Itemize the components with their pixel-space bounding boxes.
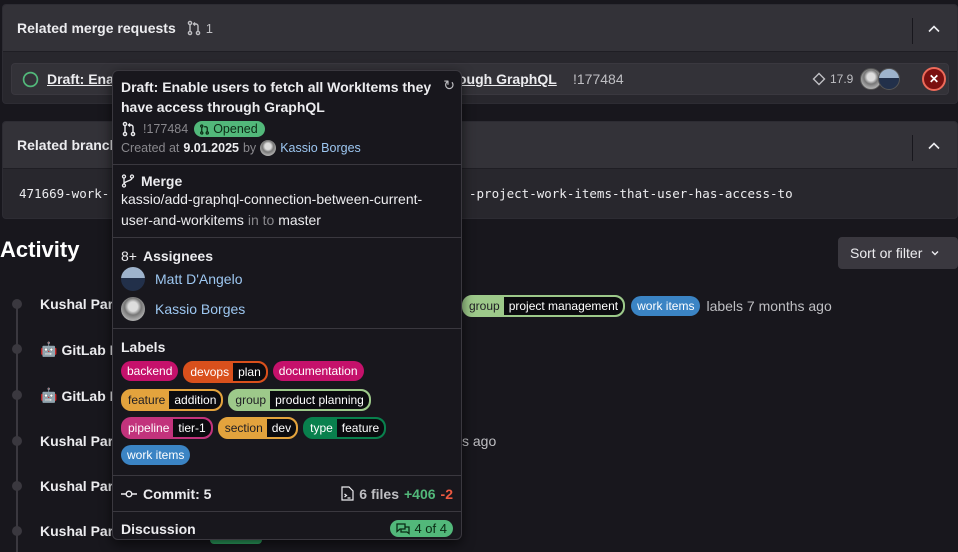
activity-text: labels 7 months ago	[706, 298, 832, 314]
deletions: -2	[440, 485, 453, 502]
activity-author[interactable]: 🤖 GitLab B	[40, 387, 120, 404]
activity-author[interactable]: 🤖 GitLab B	[40, 341, 120, 358]
timeline-dot	[12, 344, 22, 354]
timeline-dot	[12, 481, 22, 491]
label-work-items[interactable]: work items	[631, 296, 701, 316]
milestone-value: 17.9	[830, 72, 854, 86]
avatar	[121, 297, 145, 321]
label-work-items[interactable]: work items	[121, 445, 191, 465]
assignee-avatars	[860, 68, 900, 90]
branch-name[interactable]: 471669-work-	[19, 186, 109, 201]
assignee-item[interactable]: Matt D'Angelo	[121, 264, 453, 294]
label-documentation[interactable]: documentation	[272, 361, 364, 381]
created-info: Created at 9.01.2025 by Kassio Borges	[121, 140, 361, 156]
merge-request-icon	[200, 123, 210, 135]
sort-or-filter-button[interactable]: Sort or filter	[838, 237, 958, 269]
collapse-branches-button[interactable]	[919, 132, 949, 160]
label-group-project-management[interactable]: group project management	[462, 295, 626, 317]
created-date: 9.01.2025	[183, 141, 239, 155]
popover-reference: !177484	[143, 122, 189, 136]
assignees-section: 8+ Assignees Matt D'Angelo Kassio Borges	[113, 238, 461, 329]
merge-heading: Merge	[121, 173, 453, 189]
timeline-dot	[12, 390, 22, 400]
additions: +406	[404, 485, 436, 502]
merge-request-icon	[122, 121, 136, 137]
commits-section: Commit: 5 6 files +406 -2	[113, 476, 461, 512]
status-badge-partial	[210, 540, 262, 544]
commits-heading: Commit: 5	[121, 486, 211, 502]
merge-section: Merge kassio/add-graphql-connection-betw…	[113, 165, 461, 238]
add-user-icon: 8+	[121, 248, 137, 264]
label-section-dev[interactable]: section dev	[217, 417, 299, 439]
activity-author[interactable]: Kushal Par	[40, 523, 113, 539]
chevron-up-icon	[928, 142, 940, 150]
comments-icon	[396, 522, 411, 535]
timeline-line	[16, 300, 18, 552]
avatar	[260, 140, 277, 156]
activity-author[interactable]: Kushal Par	[40, 296, 113, 312]
popover-meta: !177484 Opened	[121, 121, 453, 137]
merge-request-count-value: 1	[205, 20, 213, 36]
milestone-icon	[812, 72, 826, 86]
merge-request-popover: Draft: Enable users to fetch all WorkIte…	[112, 70, 462, 540]
discussion-resolved-badge: 4 of 4	[390, 520, 453, 537]
avatar[interactable]	[878, 68, 900, 90]
commit-icon	[121, 490, 137, 497]
merge-request-reference: !177484	[573, 71, 624, 87]
activity-author[interactable]: Kushal Par	[40, 433, 113, 449]
avatar	[121, 267, 145, 291]
labels-section: Labels backend devops plan documentation fea…	[113, 329, 461, 476]
merge-request-icon	[187, 20, 201, 36]
label-backend[interactable]: backend	[121, 361, 179, 381]
chevron-down-icon	[931, 251, 939, 256]
bot-icon: 🤖	[40, 341, 58, 357]
branch-name-tail[interactable]: -project-work-items-that-user-has-access…	[469, 186, 793, 201]
activity-author[interactable]: Kushal Par	[40, 478, 113, 494]
merge-request-title-link-tail[interactable]: ough GraphQL	[458, 71, 557, 87]
label-type-feature[interactable]: type feature	[303, 417, 387, 439]
timeline-dot	[12, 436, 22, 446]
discussion-section: Discussion 4 of 4	[113, 512, 461, 539]
bot-icon: 🤖	[40, 387, 58, 403]
discussion-heading: Discussion	[121, 520, 196, 537]
refresh-icon[interactable]: ↻	[443, 77, 455, 94]
activity-timestamp: s ago	[462, 433, 497, 449]
labels-list: backend devops plan documentation feature add…	[121, 361, 421, 465]
file-icon	[341, 486, 354, 501]
branch-icon	[121, 174, 135, 188]
label-group-product-planning[interactable]: group product planning	[228, 389, 371, 411]
assignees-heading: 8+ Assignees	[121, 248, 214, 264]
header-divider	[912, 18, 913, 44]
header-divider	[912, 135, 913, 161]
label-devops-plan[interactable]: devops plan	[183, 361, 268, 383]
diff-stats: 6 files +406 -2	[341, 486, 453, 502]
collapse-merge-requests-button[interactable]	[919, 15, 949, 43]
related-branches-title: Related branch	[17, 137, 119, 153]
related-merge-requests-title: Related merge requests	[17, 20, 176, 36]
related-merge-requests-header: Related merge requests 1	[3, 5, 957, 52]
timeline-dot	[12, 299, 22, 309]
activity-labels-change: group project management work items label…	[462, 295, 832, 317]
assignee-item[interactable]: Kassio Borges	[121, 294, 453, 324]
status-open-icon	[22, 71, 39, 87]
label-feature-addition[interactable]: feature addition	[121, 389, 224, 411]
merge-branches: kassio/add-graphql-connection-between-cu…	[121, 191, 423, 228]
merge-request-count: 1	[186, 20, 213, 36]
pipeline-failed-icon[interactable]: ✕	[922, 67, 946, 91]
sort-or-filter-label: Sort or filter	[850, 245, 923, 261]
chevron-up-icon	[928, 25, 940, 33]
labels-heading: Labels	[121, 339, 166, 355]
files-changed: 6 files	[359, 485, 399, 502]
timeline-dot	[12, 526, 22, 536]
label-pipeline-tier-1[interactable]: pipeline tier-1	[121, 417, 213, 439]
popover-title: Draft: Enable users to fetch all WorkIte…	[121, 79, 432, 115]
activity-heading: Activity	[0, 237, 80, 262]
popover-header: Draft: Enable users to fetch all WorkIte…	[113, 71, 461, 165]
status-badge: Opened	[194, 121, 265, 137]
milestone[interactable]: 17.9	[812, 72, 853, 86]
target-branch: master	[278, 212, 321, 228]
author-link[interactable]: Kassio Borges	[280, 141, 361, 155]
